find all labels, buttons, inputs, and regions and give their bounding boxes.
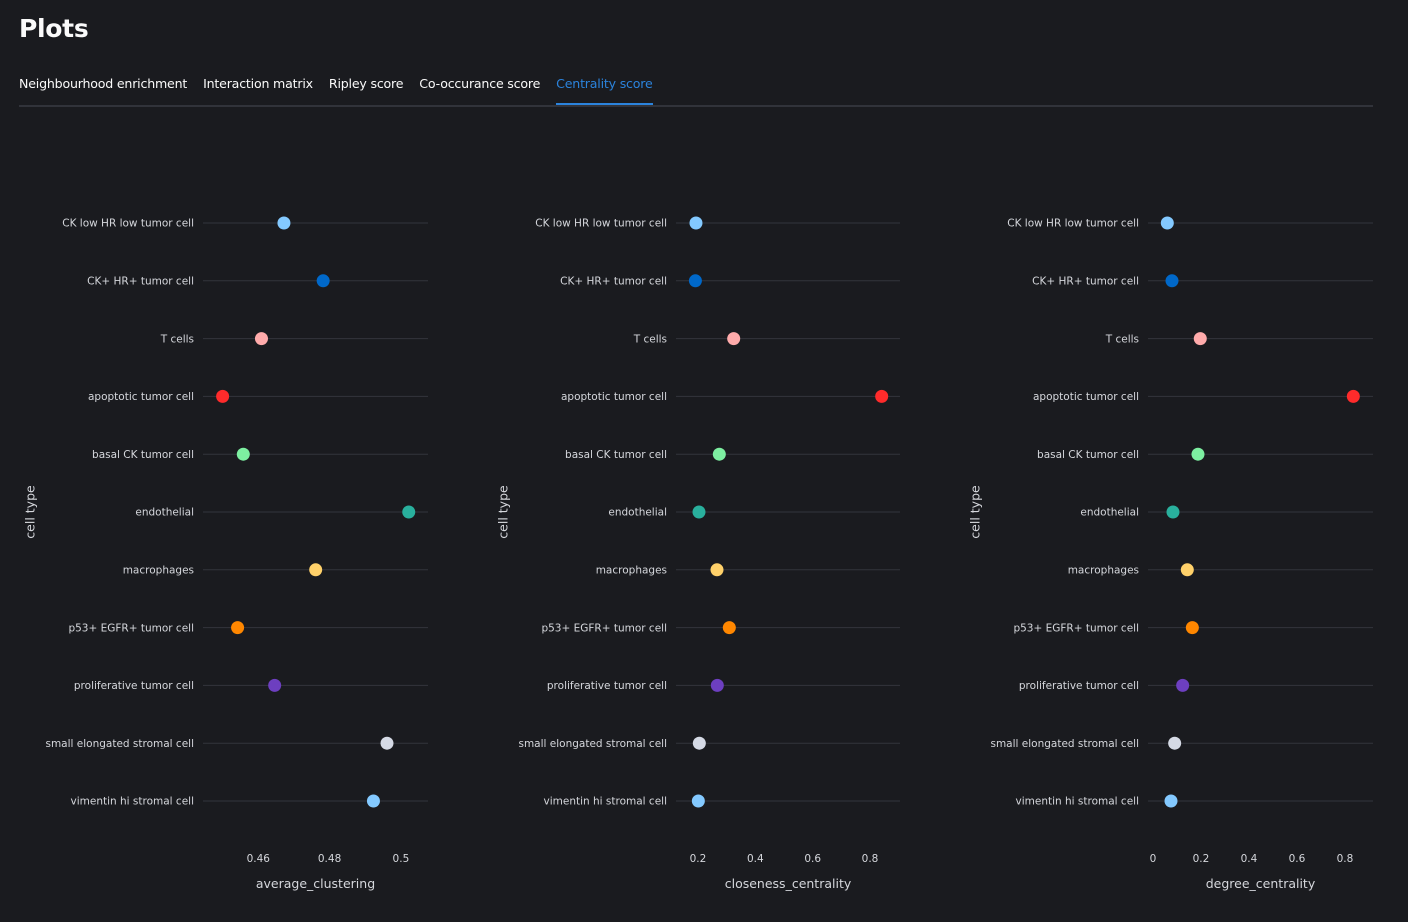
panel-2-category-label: small elongated stromal cell [518, 738, 667, 750]
panel-1-category-label: endothelial [135, 507, 194, 519]
panel-1-category-label: small elongated stromal cell [45, 738, 194, 750]
panel-1-x-tick-label: 0.5 [393, 853, 410, 865]
panel-1-category-label: CK+ HR+ tumor cell [87, 275, 194, 287]
panel-3-data-point [1160, 216, 1174, 230]
panel-2-category-label: T cells [633, 333, 667, 345]
panel-2-category-label: endothelial [608, 507, 667, 519]
panel-3-category-label: vimentin hi stromal cell [1016, 796, 1140, 808]
panel-3-category-label: CK low HR low tumor cell [1007, 218, 1139, 230]
panel-2-data-point [692, 505, 706, 519]
panel-2-x-tick-label: 0.2 [690, 853, 707, 865]
panel-1-x-tick-label: 0.48 [318, 853, 341, 865]
panel-2-data-point [688, 274, 702, 288]
panel-1-category-label: macrophages [123, 564, 194, 576]
panel-1-category-label: basal CK tumor cell [92, 449, 194, 461]
panel-1-data-point [216, 389, 230, 403]
panel-3-category-label: small elongated stromal cell [990, 738, 1139, 750]
panel-3-category-label: apoptotic tumor cell [1033, 391, 1139, 403]
panel-2-data-point [710, 678, 724, 692]
panel-1-x-axis-title: average_clustering [256, 876, 375, 891]
panel-1-data-point [268, 678, 282, 692]
panel-1-data-point [254, 332, 268, 346]
panel-1-y-axis-title: cell type [22, 485, 37, 539]
panel-1-data-point [316, 274, 330, 288]
panel-3-category-label: proliferative tumor cell [1019, 680, 1139, 692]
panel-3-data-point [1185, 621, 1199, 635]
panel-3-x-tick-label: 0.4 [1241, 853, 1258, 865]
panel-3-category-label: p53+ EGFR+ tumor cell [1013, 622, 1139, 634]
panel-2-data-point [710, 563, 724, 577]
panel-3-data-point [1168, 736, 1182, 750]
panel-2-x-axis-title: closeness_centrality [725, 876, 852, 891]
panel-3-data-point [1164, 794, 1178, 808]
panel-2-data-point [712, 447, 726, 461]
panel-2-category-label: apoptotic tumor cell [561, 391, 667, 403]
panel-1-category-label: p53+ EGFR+ tumor cell [68, 622, 194, 634]
panel-1-category-label: CK low HR low tumor cell [62, 218, 194, 230]
panel-2-y-axis-title: cell type [495, 485, 510, 539]
panel-2-category-label: proliferative tumor cell [547, 680, 667, 692]
panel-3-category-label: CK+ HR+ tumor cell [1032, 275, 1139, 287]
panel-2-x-tick-label: 0.6 [804, 853, 821, 865]
panel-2-x-tick-label: 0.8 [862, 853, 879, 865]
panel-3-x-tick-label: 0.6 [1289, 853, 1306, 865]
panel-2-category-label: CK low HR low tumor cell [535, 218, 667, 230]
panel-3-data-point [1193, 332, 1207, 346]
panel-2-data-point [727, 332, 741, 346]
panel-1-data-point [277, 216, 291, 230]
panel-3-data-point [1166, 505, 1180, 519]
panel-2-data-point [691, 794, 705, 808]
panel-3-x-tick-label: 0.8 [1337, 853, 1354, 865]
panel-2-data-point [692, 736, 706, 750]
panel-2-category-label: basal CK tumor cell [565, 449, 667, 461]
panel-1-x-tick-label: 0.46 [247, 853, 271, 865]
panel-2-x-tick-label: 0.4 [747, 853, 764, 865]
panel-1-data-point [380, 736, 394, 750]
panel-1-data-point [309, 563, 323, 577]
panel-2-data-point [875, 389, 889, 403]
panel-1-data-point [231, 621, 245, 635]
panel-1-category-label: proliferative tumor cell [74, 680, 194, 692]
panel-3-category-label: T cells [1105, 333, 1139, 345]
panel-1-category-label: apoptotic tumor cell [88, 391, 194, 403]
panel-1-category-label: T cells [160, 333, 194, 345]
panel-2-category-label: p53+ EGFR+ tumor cell [541, 622, 667, 634]
panel-1-category-label: vimentin hi stromal cell [71, 796, 195, 808]
panel-1-data-point [402, 505, 416, 519]
panel-3-x-tick-label: 0.2 [1193, 853, 1210, 865]
panel-3-data-point [1176, 678, 1190, 692]
panel-3-x-tick-label: 0 [1150, 853, 1157, 865]
panel-2-data-point [722, 621, 736, 635]
panel-3-x-axis-title: degree_centrality [1206, 876, 1316, 891]
panel-3-data-point [1191, 447, 1205, 461]
panel-3-data-point [1180, 563, 1194, 577]
panel-3-data-point [1346, 389, 1360, 403]
panel-3-category-label: endothelial [1080, 507, 1139, 519]
panel-3-category-label: macrophages [1068, 564, 1139, 576]
panel-3-category-label: basal CK tumor cell [1037, 449, 1139, 461]
centrality-charts: cell type CK low HR low tumor cell CK+ HR+… [22, 216, 1373, 891]
panel-1-data-point [366, 794, 380, 808]
panel-2-category-label: CK+ HR+ tumor cell [560, 275, 667, 287]
panel-3-data-point [1165, 274, 1179, 288]
panel-2-category-label: vimentin hi stromal cell [544, 796, 668, 808]
panel-2-data-point [689, 216, 703, 230]
panel-1-data-point [236, 447, 250, 461]
panel-3-y-axis-title: cell type [967, 485, 982, 539]
panel-2-category-label: macrophages [596, 564, 667, 576]
